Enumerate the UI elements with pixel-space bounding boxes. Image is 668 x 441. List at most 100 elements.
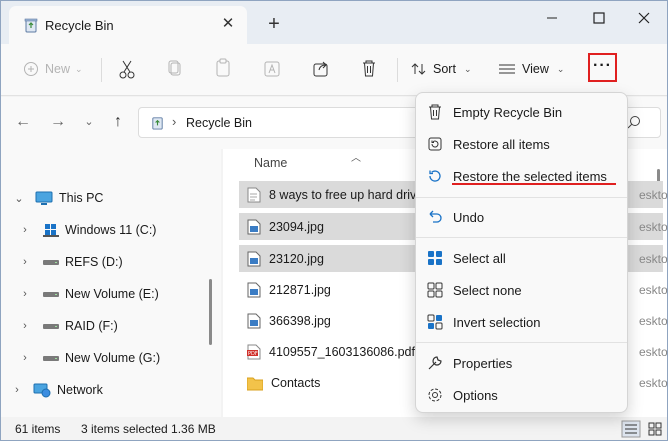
sidebar-item-volume-e[interactable]: › New Volume (E:) <box>19 281 159 307</box>
plus-circle-icon <box>24 62 38 76</box>
file-name: 8 ways to free up hard drive s <box>269 187 433 202</box>
delete-icon[interactable] <box>360 56 378 82</box>
item-count: 61 items <box>15 422 61 436</box>
column-header-name[interactable]: Name <box>254 156 287 170</box>
chevron-right-icon: › <box>23 224 27 236</box>
drive-icon <box>43 324 59 329</box>
recycle-bin-icon <box>429 104 441 120</box>
sidebar-item-this-pc[interactable]: ⌄ This PC <box>13 185 103 211</box>
file-location: eskto <box>639 375 668 390</box>
tab-title: Recycle Bin <box>45 18 114 33</box>
cut-icon[interactable] <box>118 56 136 82</box>
details-view-icon[interactable] <box>621 420 641 438</box>
sort-label: Sort <box>433 62 456 76</box>
menu-separator <box>416 237 627 238</box>
sidebar-scrollbar[interactable] <box>209 279 212 345</box>
tab-recycle-bin[interactable]: Recycle Bin ✕ <box>9 6 247 44</box>
new-button[interactable]: New ⌄ <box>23 56 83 82</box>
sidebar-item-refs[interactable]: › REFS (D:) <box>19 249 123 275</box>
close-tab-icon[interactable]: ✕ <box>219 15 237 33</box>
restore-icon <box>429 170 441 182</box>
status-bar: 61 items 3 items selected 1.36 MB <box>1 417 667 440</box>
menu-item-restore-selected[interactable]: Restore the selected items <box>416 161 627 191</box>
menu-item-invert-selection[interactable]: Invert selection <box>416 307 627 337</box>
drive-icon <box>43 260 59 265</box>
navigation-pane: ⌄ This PC › Windows 11 (C:) › REFS (D:) … <box>1 149 221 417</box>
breadcrumb-separator: › <box>172 114 177 129</box>
menu-item-undo[interactable]: Undo <box>416 202 627 232</box>
back-icon[interactable]: ← <box>13 112 33 132</box>
chevron-right-icon: › <box>23 256 27 268</box>
menu-item-empty-recycle-bin[interactable]: Empty Recycle Bin <box>416 97 627 127</box>
network-icon <box>33 383 51 398</box>
file-name: 23094.jpg <box>269 219 324 234</box>
rename-icon[interactable] <box>263 56 281 82</box>
view-button[interactable]: View ⌄ <box>498 56 564 82</box>
menu-item-properties[interactable]: Properties <box>416 348 627 378</box>
menu-item-options[interactable]: Options <box>416 380 627 410</box>
folder-icon <box>247 377 263 390</box>
new-label: New <box>45 62 71 76</box>
sidebar-item-volume-g[interactable]: › New Volume (G:) <box>19 345 160 371</box>
recent-locations-icon[interactable]: ⌄ <box>79 112 99 132</box>
file-location: eskto <box>639 187 668 202</box>
forward-icon[interactable]: → <box>48 112 68 132</box>
document-icon <box>247 187 261 202</box>
up-icon[interactable]: ↑ <box>108 112 128 132</box>
maximize-icon[interactable] <box>584 7 614 29</box>
chevron-right-icon: › <box>23 288 27 300</box>
menu-separator <box>416 342 627 343</box>
search-icon <box>627 116 640 129</box>
address-bar[interactable]: › Recycle Bin <box>138 107 428 138</box>
new-tab-button[interactable]: + <box>263 14 285 36</box>
restore-all-icon <box>428 137 442 151</box>
tiles-view-icon[interactable] <box>645 420 665 438</box>
menu-item-label: Restore all items <box>453 136 550 152</box>
paste-icon[interactable] <box>214 56 232 82</box>
image-file-icon <box>247 251 261 266</box>
menu-item-label: Properties <box>453 355 513 371</box>
image-file-icon <box>247 313 261 328</box>
sidebar-item-windows[interactable]: › Windows 11 (C:) <box>19 217 156 243</box>
chevron-down-icon: ⌄ <box>14 192 24 205</box>
sort-icon <box>411 63 426 75</box>
menu-item-label: Restore the selected items <box>453 168 607 184</box>
sort-button[interactable]: Sort ⌄ <box>411 56 471 82</box>
drive-icon <box>43 292 59 297</box>
menu-item-restore-all[interactable]: Restore all items <box>416 129 627 159</box>
select-all-icon <box>428 251 442 265</box>
breadcrumb[interactable]: Recycle Bin <box>186 116 252 130</box>
file-location: eskto <box>639 219 668 234</box>
chevron-right-icon: › <box>23 352 27 364</box>
file-location: eskto <box>639 251 668 266</box>
invert-selection-icon <box>427 314 443 330</box>
file-name: 23120.jpg <box>269 251 324 266</box>
menu-item-select-all[interactable]: Select all <box>416 243 627 273</box>
file-location: eskto <box>639 282 668 297</box>
svg-text:PDF: PDF <box>248 351 258 357</box>
sidebar-item-network[interactable]: › Network <box>11 377 103 403</box>
menu-item-select-none[interactable]: Select none <box>416 275 627 305</box>
see-more-menu: Empty Recycle Bin Restore all items Rest… <box>415 92 628 413</box>
image-file-icon <box>247 219 261 234</box>
sidebar-item-label: New Volume (G:) <box>65 351 161 365</box>
chevron-down-icon: ⌄ <box>75 63 83 74</box>
close-window-icon[interactable] <box>629 7 659 29</box>
sidebar-item-raid[interactable]: › RAID (F:) <box>19 313 118 339</box>
view-icon <box>499 64 515 74</box>
share-icon[interactable] <box>312 56 330 82</box>
sidebar-item-label: REFS (D:) <box>65 255 123 269</box>
recycle-bin-icon <box>152 117 163 130</box>
pdf-file-icon: PDF <box>247 344 261 359</box>
windows-drive-icon <box>43 224 59 237</box>
file-location: eskto <box>639 313 668 328</box>
menu-item-label: Options <box>453 387 498 403</box>
see-more-button[interactable]: ··· <box>588 53 617 82</box>
image-file-icon <box>247 282 261 297</box>
select-none-icon <box>427 282 443 298</box>
sidebar-item-label: Windows 11 (C:) <box>65 223 157 237</box>
sidebar-item-label: New Volume (E:) <box>65 287 159 301</box>
copy-icon[interactable] <box>166 56 184 82</box>
recycle-bin-icon <box>24 18 38 33</box>
minimize-icon[interactable] <box>537 7 567 29</box>
